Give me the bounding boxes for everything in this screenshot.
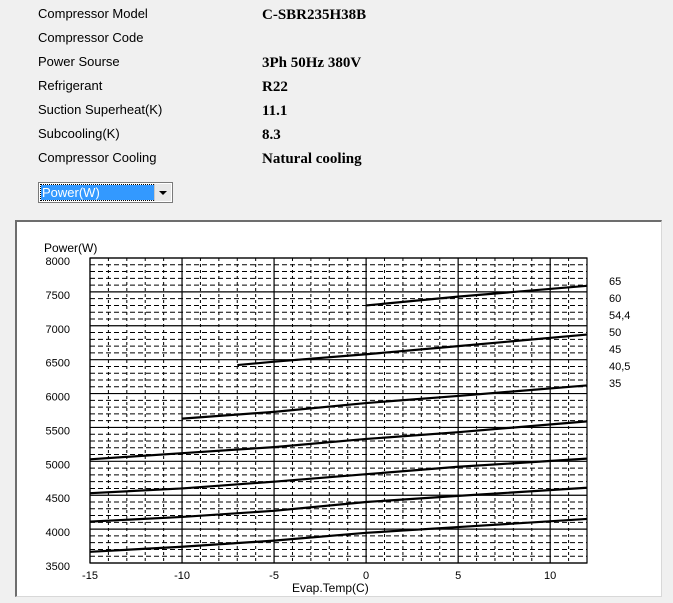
series-line-40-5 <box>89 486 588 523</box>
legend: 65 60 54,4 50 45 40,5 35 <box>609 276 630 390</box>
y-tick-label: 5000 <box>46 459 70 471</box>
y-tick-label: 6000 <box>46 392 70 404</box>
series-line-35 <box>89 517 588 553</box>
x-tick-label: 5 <box>455 570 461 582</box>
y-tick-label: 7500 <box>46 290 70 302</box>
legend-label: 40,5 <box>609 361 630 373</box>
y-tick-label: 4000 <box>46 527 70 539</box>
y-tick-label: 5500 <box>46 425 70 437</box>
legend-label: 54,4 <box>609 310 630 322</box>
y-axis-label: Power(W) <box>44 241 97 255</box>
y-tick-label: 7000 <box>46 324 70 336</box>
legend-label: 65 <box>609 276 621 288</box>
legend-label: 60 <box>609 293 621 305</box>
x-tick-label: 10 <box>544 570 556 582</box>
legend-label: 35 <box>609 378 621 390</box>
y-tick-label: 4500 <box>46 493 70 505</box>
legend-label: 50 <box>609 327 621 339</box>
y-tick-label: 8000 <box>46 256 70 268</box>
y-tick-label: 3500 <box>46 561 70 573</box>
tick-labels: 3500 4000 4500 5000 5500 6000 6500 7000 7500 8000… <box>46 256 557 582</box>
x-tick-label: -10 <box>174 570 190 582</box>
x-tick-label: -5 <box>269 570 279 582</box>
x-axis-label: Evap.Temp(C) <box>292 581 369 595</box>
x-tick-label: -15 <box>82 570 98 582</box>
y-tick-label: 6500 <box>46 358 70 370</box>
power-chart: 3500 4000 4500 5000 5500 6000 6500 7000 7500 8000… <box>44 241 630 595</box>
legend-label: 45 <box>609 344 621 356</box>
